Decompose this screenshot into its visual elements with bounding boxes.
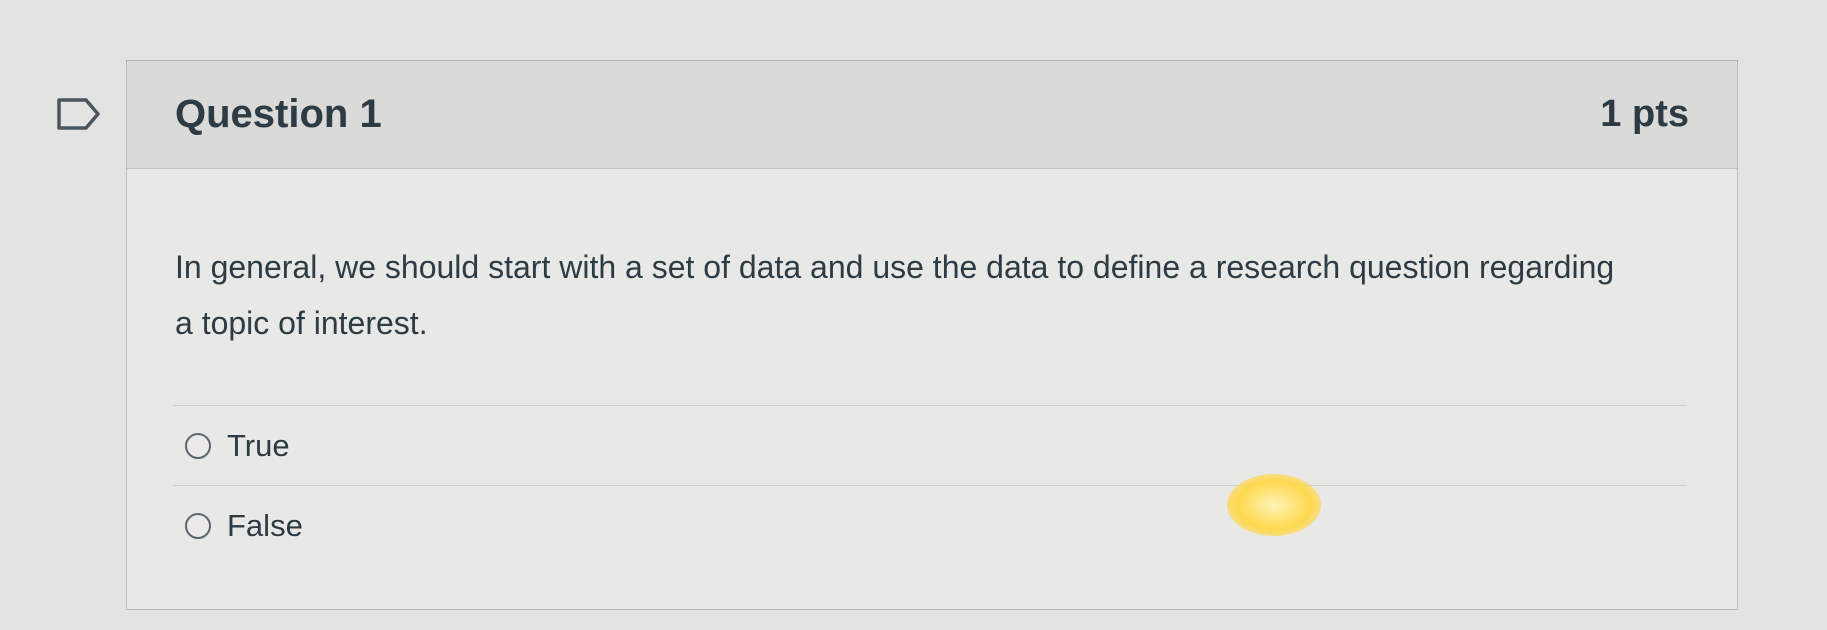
- question-title: Question 1: [175, 92, 382, 136]
- question-points: 1 pts: [1600, 93, 1689, 135]
- answer-option-true[interactable]: True: [173, 405, 1687, 485]
- light-glare: [1227, 474, 1321, 536]
- radio-button-true[interactable]: [185, 432, 211, 459]
- answer-label[interactable]: True: [227, 428, 290, 464]
- answer-list: True False: [173, 405, 1687, 565]
- radio-button-false[interactable]: [185, 512, 211, 539]
- question-card: Question 1 1 pts In general, we should s…: [126, 60, 1738, 610]
- answer-option-false[interactable]: False: [173, 485, 1687, 565]
- flag-question-icon[interactable]: [56, 97, 102, 131]
- answer-label[interactable]: False: [227, 508, 303, 544]
- question-header: Question 1 1 pts: [127, 61, 1737, 169]
- question-text: In general, we should start with a set o…: [175, 249, 1615, 341]
